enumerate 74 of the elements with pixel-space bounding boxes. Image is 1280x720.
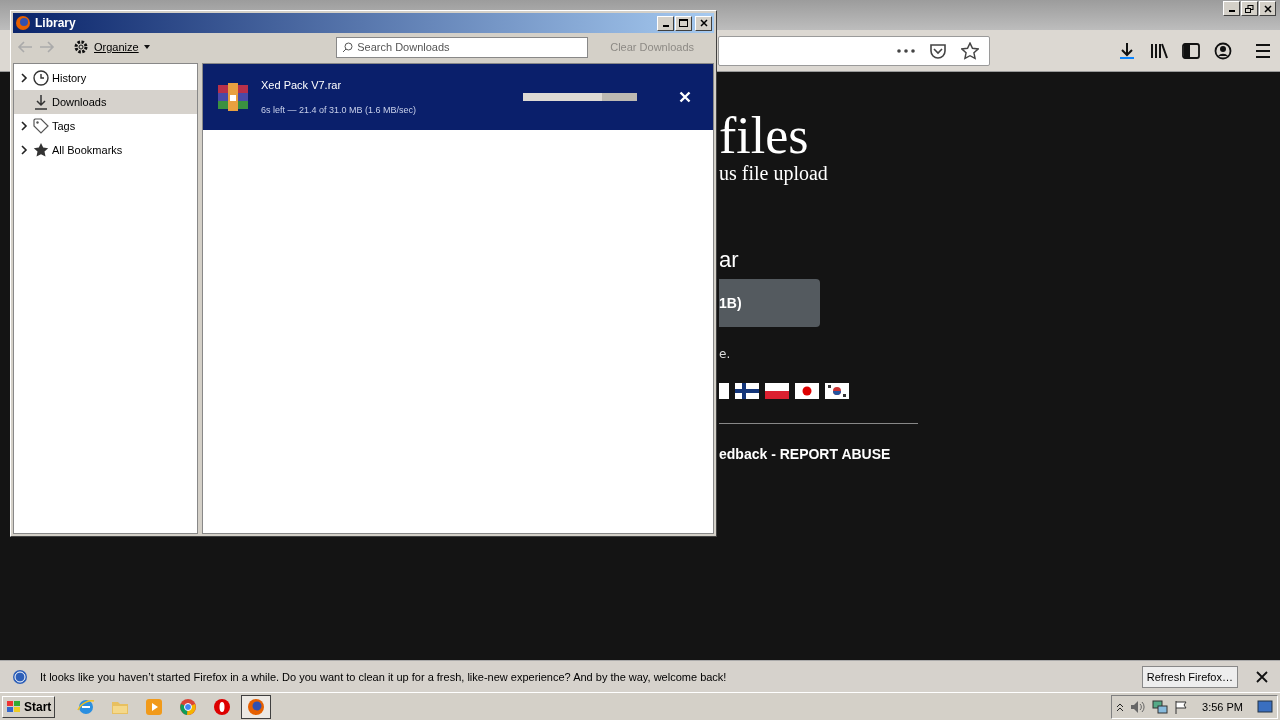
sidebar-item[interactable]: Downloads	[14, 90, 197, 114]
maximize-icon	[679, 19, 688, 27]
address-field[interactable]	[718, 35, 990, 66]
help-icon	[12, 668, 28, 685]
caret-icon	[143, 45, 150, 49]
windows-logo-icon	[6, 699, 22, 714]
bookmark-star-icon[interactable]	[961, 41, 979, 60]
close-button[interactable]	[695, 15, 712, 31]
clock[interactable]: 3:56 PM	[1202, 700, 1243, 713]
sidebar-label: All Bookmarks	[52, 144, 123, 156]
footer-links: edback - REPORT ABUSE	[719, 446, 891, 462]
account-icon[interactable]	[1214, 41, 1232, 60]
sidebar-label: Tags	[52, 120, 76, 132]
file-name: ar	[719, 247, 739, 273]
menu-icon[interactable]	[1254, 42, 1272, 59]
organize-button[interactable]: Organize	[71, 39, 152, 55]
chevron-icon[interactable]	[20, 73, 28, 83]
flag-icon[interactable]	[1174, 699, 1189, 714]
archive-icon	[217, 81, 249, 113]
maximize-button[interactable]	[675, 15, 692, 31]
download-row[interactable]: Xed Pack V7.rar 6s left — 21.4 of 31.0 MB (1.6 MB/sec)	[203, 64, 713, 130]
speaker-icon[interactable]	[1130, 699, 1147, 714]
refresh-button[interactable]: Refresh Firefox…	[1141, 665, 1238, 688]
minimize-button[interactable]	[657, 15, 674, 31]
flag-icon[interactable]	[735, 383, 759, 399]
chevron-icon[interactable]	[20, 145, 28, 155]
notification-text: It looks like you haven’t started Firefox in a while. Do you want to clean it up for a fresh, like-new experience? And by the way, welcome back!	[40, 670, 727, 683]
download-icon[interactable]	[1118, 41, 1136, 60]
close-icon[interactable]	[1256, 670, 1268, 683]
library-icon[interactable]	[1150, 41, 1168, 60]
pocket-icon[interactable]	[929, 42, 947, 59]
window-title: Library	[35, 16, 76, 30]
download-button[interactable]: 1B)	[719, 279, 820, 327]
minimize-icon	[662, 24, 669, 27]
play-icon	[145, 697, 164, 716]
sidebar-item[interactable]: Tags	[14, 114, 197, 138]
restore-button[interactable]	[1241, 1, 1258, 16]
download-status: 6s left — 21.4 of 31.0 MB (1.6 MB/sec)	[261, 105, 418, 115]
note-text: e.	[719, 347, 731, 361]
gear-icon	[73, 39, 89, 55]
tag-icon	[33, 118, 49, 134]
sidebar-item[interactable]: All Bookmarks	[14, 138, 197, 162]
show-desktop-icon[interactable]	[1257, 699, 1273, 714]
minimize-icon	[1228, 10, 1235, 12]
start-button[interactable]: Start	[2, 695, 56, 718]
flag-icon[interactable]	[825, 383, 849, 399]
opera-icon	[213, 697, 232, 716]
restore-icon	[1245, 4, 1254, 13]
firefox-icon	[15, 15, 31, 31]
firefox-icon	[247, 697, 266, 716]
close-icon	[1263, 4, 1272, 13]
sidebar-item[interactable]: History	[14, 66, 197, 90]
cancel-icon[interactable]	[679, 91, 691, 103]
taskbar-app[interactable]	[241, 694, 272, 719]
clock-icon	[33, 70, 49, 86]
site-title: files	[719, 110, 809, 162]
star-icon	[33, 142, 49, 158]
chevron-icon[interactable]	[20, 121, 28, 131]
chrome-icon	[179, 697, 198, 716]
minimize-button[interactable]	[1223, 1, 1240, 16]
download-name: Xed Pack V7.rar	[261, 79, 343, 91]
browser-e-icon	[77, 697, 96, 716]
sidebar-label: Downloads	[52, 96, 107, 108]
close-icon	[699, 19, 708, 27]
search-field[interactable]: Search Downloads	[336, 36, 589, 58]
network-icon[interactable]	[1152, 698, 1169, 715]
site-tagline: us file upload	[719, 162, 828, 185]
sidebar-label: History	[52, 72, 87, 84]
search-icon	[342, 41, 354, 53]
sidebar-icon[interactable]	[1182, 42, 1200, 59]
download-icon	[33, 94, 49, 110]
chevron-up-icon[interactable]	[1116, 701, 1125, 712]
more-icon[interactable]	[897, 48, 915, 53]
close-button[interactable]	[1259, 1, 1276, 16]
